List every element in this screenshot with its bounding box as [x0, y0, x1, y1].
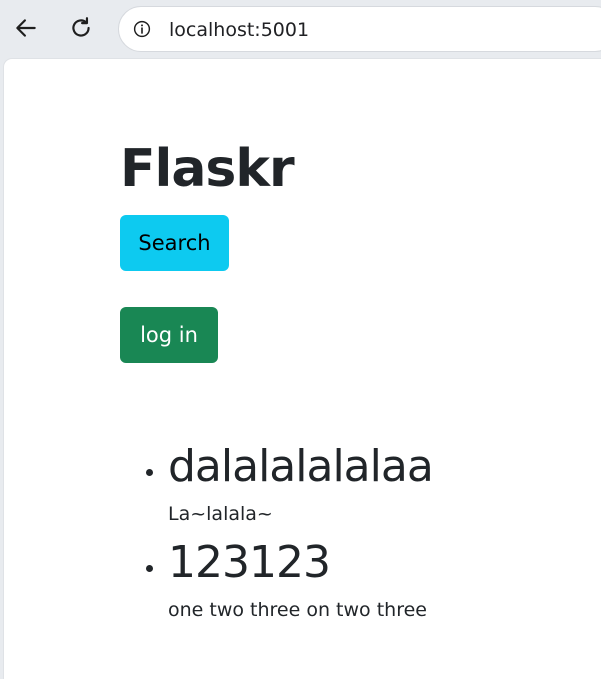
page-title: Flaskr	[120, 139, 295, 199]
reload-button[interactable]	[63, 10, 99, 46]
post-body: one two three on two three	[168, 599, 427, 621]
bullet-icon	[146, 565, 153, 572]
post-title: dalalalalalaa	[168, 441, 434, 492]
browser-toolbar: localhost:5001	[0, 0, 601, 58]
post-title: 123123	[168, 537, 331, 588]
bullet-icon	[146, 469, 153, 476]
post-list: dalalalalalaa La~lalala~ 123123 one two …	[120, 437, 434, 641]
search-button[interactable]: Search	[120, 215, 229, 271]
back-arrow-icon	[16, 19, 36, 37]
info-icon[interactable]	[133, 20, 151, 38]
reload-icon	[72, 17, 90, 37]
list-item: dalalalalalaa La~lalala~	[120, 437, 434, 545]
address-bar[interactable]: localhost:5001	[118, 6, 601, 52]
url-text[interactable]: localhost:5001	[169, 19, 309, 41]
list-item: 123123 one two three on two three	[120, 533, 433, 641]
back-button[interactable]	[8, 10, 44, 46]
login-button[interactable]: log in	[120, 307, 218, 363]
page-viewport: Flaskr Search log in dalalalalalaa La~la…	[4, 59, 601, 679]
